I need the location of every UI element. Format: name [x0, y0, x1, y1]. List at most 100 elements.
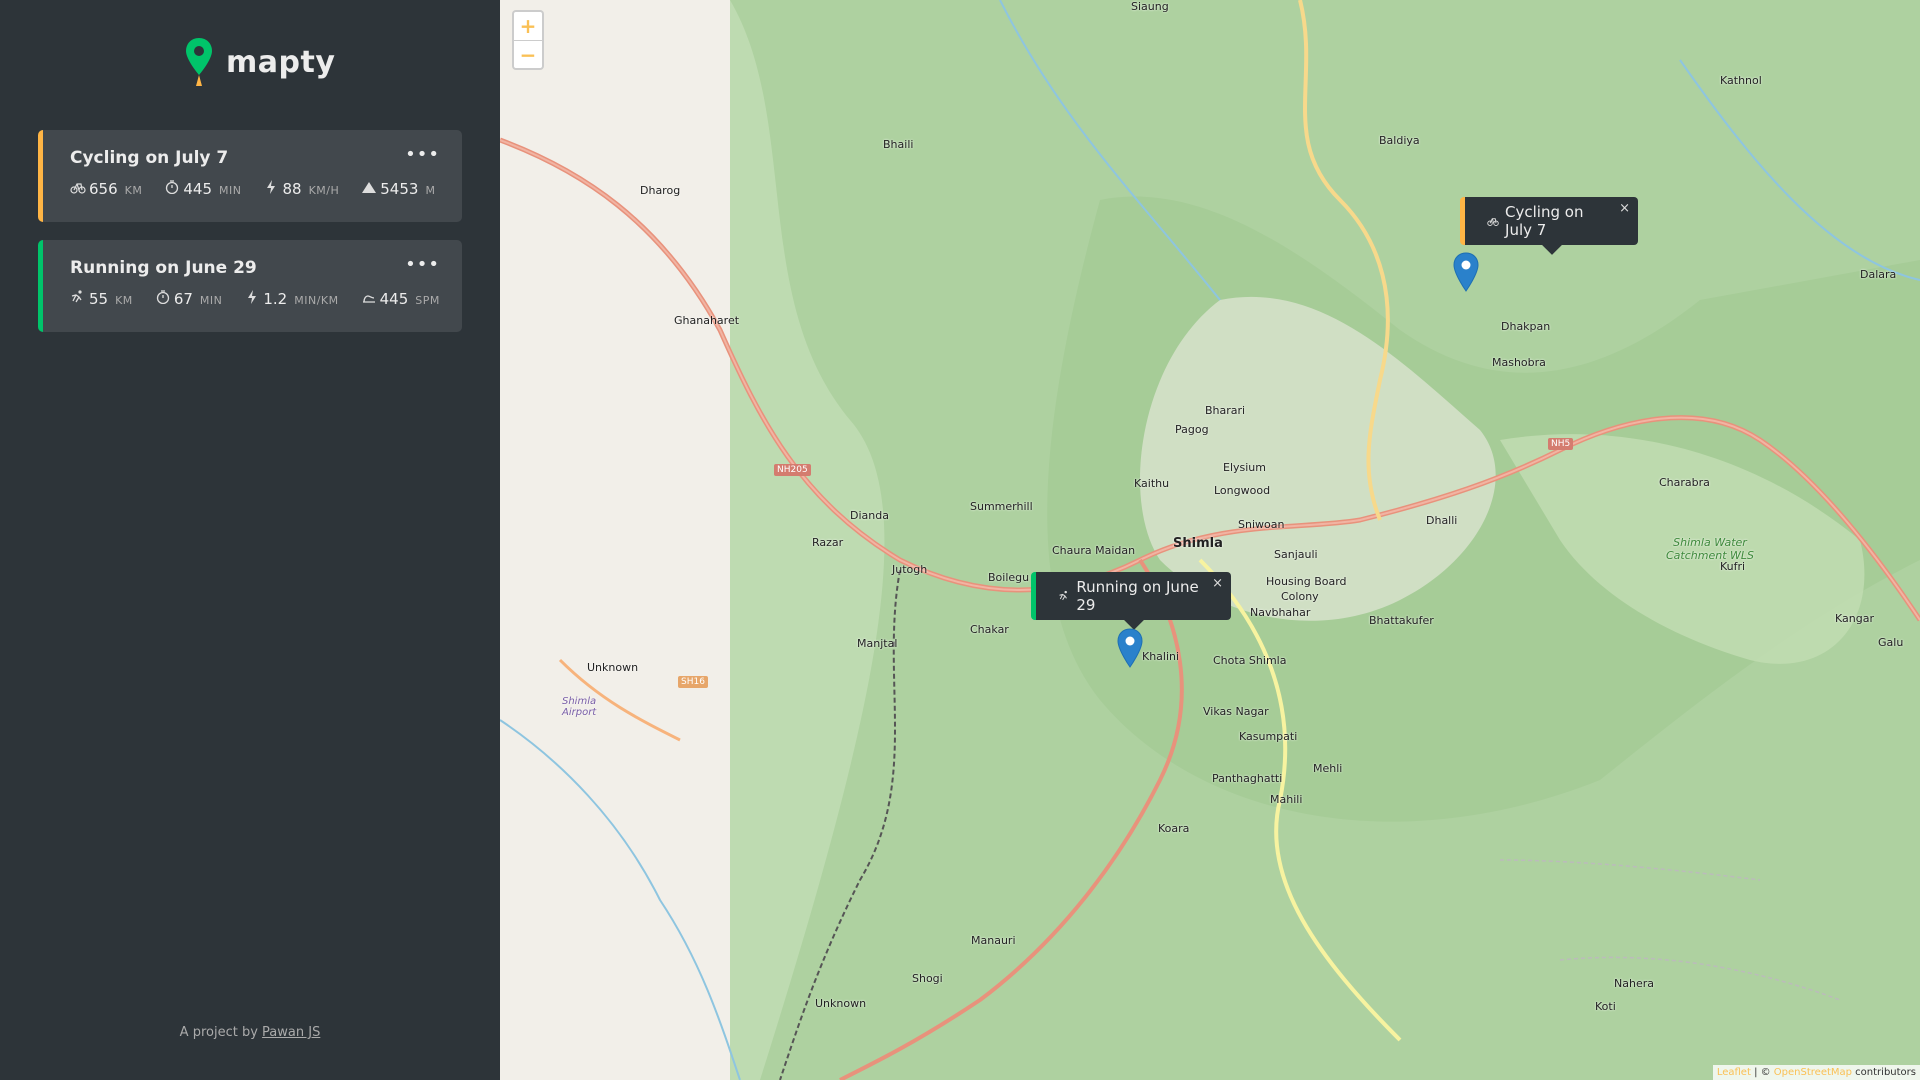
running-icon [71, 290, 82, 303]
running-icon [1059, 590, 1067, 601]
stat-duration: 67 MIN [155, 290, 223, 308]
popup-label: Cycling on July 7 [1505, 203, 1584, 239]
workout-menu-button[interactable]: ••• [405, 144, 440, 165]
map-label: Panthaghatti [1212, 772, 1283, 785]
zoom-in-button[interactable]: + [514, 12, 542, 40]
osm-link[interactable]: OpenStreetMap [1774, 1067, 1852, 1078]
logo: mapty [184, 36, 335, 88]
map-label: Jutogh [892, 563, 928, 576]
map-label: Shogi [912, 972, 943, 985]
map-label: Colony [1281, 590, 1319, 603]
map-label: Siaung [1131, 0, 1169, 13]
map-label: Dianda [850, 509, 889, 522]
map-label: Nahera [1614, 977, 1654, 990]
map-label: Dalara [1860, 268, 1897, 281]
map-label: Sniwoan [1238, 518, 1285, 531]
stat-cadence: 445 SPM [361, 290, 440, 308]
road-tag: NH205 [774, 464, 811, 476]
map-label: Razar [812, 536, 844, 549]
map-label: Koara [1158, 822, 1190, 835]
map-label: Manjtal [857, 637, 898, 650]
zoom-out-button[interactable]: − [514, 40, 542, 68]
map-label: Baldiya [1379, 134, 1420, 147]
stat-pace: 1.2 MIN/KM [244, 290, 338, 308]
map-label: Unknown [587, 661, 639, 674]
map-label: Charabra [1659, 476, 1710, 489]
app-name: mapty [226, 44, 336, 80]
workout-stats: 656 KM 445 MIN 88 KM/H 5453 M [70, 180, 462, 198]
map-label: Koti [1595, 1000, 1616, 1013]
map-label: Khalini [1142, 650, 1180, 663]
map-label: Chota Shimla [1213, 654, 1287, 667]
author-link[interactable]: Pawan JS [262, 1025, 320, 1040]
map-label: Shimla Airport [562, 696, 597, 718]
map-marker-cycling[interactable] [1453, 252, 1479, 292]
map-label: Mahili [1270, 793, 1303, 806]
map-label: Mehli [1313, 762, 1343, 775]
stopwatch-icon [166, 180, 179, 194]
map-label: Summerhill [970, 500, 1033, 513]
map-label: Bhaili [883, 138, 914, 151]
map-label: Pagog [1175, 423, 1209, 436]
road-tag: SH16 [678, 676, 708, 688]
app-root: mapty Cycling on July 7 ••• 656 KM 445 M… [0, 0, 1920, 1080]
workout-title: Cycling on July 7 [70, 148, 229, 168]
footer: A project by Pawan JS [179, 1025, 321, 1040]
stat-elevation: 5453 M [361, 180, 435, 198]
footstep-icon [362, 295, 375, 303]
close-icon[interactable]: × [1619, 201, 1630, 216]
workout-card-cycling[interactable]: Cycling on July 7 ••• 656 KM 445 MIN 88 … [38, 130, 462, 222]
bicycle-icon [70, 183, 86, 194]
map-label: Manauri [971, 934, 1016, 947]
map-label: Ghanaharet [674, 314, 740, 327]
map-label: Sanjauli [1274, 548, 1318, 561]
workout-stats: 55 KM 67 MIN 1.2 MIN/KM 445 SPM [70, 290, 462, 308]
stat-distance: 55 KM [70, 290, 133, 308]
map-label: Navbhahar [1250, 606, 1311, 619]
map-label: Kaithu [1134, 477, 1170, 490]
workout-title: Running on June 29 [70, 258, 257, 278]
mountain-icon [362, 182, 377, 193]
map-label: Dharog [640, 184, 681, 197]
map-label: Kangar [1835, 612, 1874, 625]
map-label: Unknown [815, 997, 867, 1010]
lightning-icon [267, 180, 276, 194]
workout-card-running[interactable]: Running on June 29 ••• 55 KM 67 MIN 1.2 … [38, 240, 462, 332]
map-label: Housing Board [1266, 575, 1347, 588]
stat-distance: 656 KM [70, 180, 142, 198]
stopwatch-icon [156, 290, 169, 304]
map-label: Chakar [970, 623, 1009, 636]
map-label: Mashobra [1492, 356, 1546, 369]
close-icon[interactable]: × [1212, 576, 1223, 591]
bicycle-icon [1487, 218, 1499, 226]
map-label: Vikas Nagar [1203, 705, 1269, 718]
workout-menu-button[interactable]: ••• [405, 254, 440, 275]
stat-speed: 88 KM/H [263, 180, 339, 198]
map-label: Chaura Maidan [1052, 544, 1136, 557]
sidebar: mapty Cycling on July 7 ••• 656 KM 445 M… [0, 0, 500, 1080]
map-marker-running[interactable] [1117, 628, 1143, 668]
map-label: Galu [1878, 636, 1904, 649]
map-label: Kasumpati [1239, 730, 1298, 743]
popup-cycling[interactable]: Cycling on July 7 × [1460, 197, 1638, 255]
map-label: Bhattakufer [1369, 614, 1434, 627]
map-label: Dhalli [1426, 514, 1458, 527]
stat-duration: 445 MIN [164, 180, 241, 198]
map-label: Kathnol [1720, 74, 1762, 87]
popup-label: Running on June 29 [1076, 578, 1199, 614]
map-label: Shimla [1173, 536, 1223, 551]
zoom-control: + − [512, 10, 544, 70]
map-view[interactable]: Shimla Summerhill Longwood Bharari Masho… [500, 0, 1920, 1080]
road-tag: NH5 [1548, 438, 1574, 450]
location-pin-icon [186, 38, 212, 86]
map-label: Elysium [1223, 461, 1266, 474]
lightning-icon [248, 290, 257, 304]
map-label: Longwood [1214, 484, 1271, 497]
map-label: Boilegu [988, 571, 1030, 584]
leaflet-link[interactable]: Leaflet [1717, 1067, 1751, 1078]
map-label: Dhakpan [1501, 320, 1551, 333]
popup-running[interactable]: Running on June 29 × [1031, 572, 1231, 630]
map-attribution: Leaflet | © OpenStreetMap contributors [1712, 1065, 1920, 1080]
map-label: Bharari [1205, 404, 1246, 417]
map-label: Shimla Water Catchment WLS [1665, 536, 1754, 562]
